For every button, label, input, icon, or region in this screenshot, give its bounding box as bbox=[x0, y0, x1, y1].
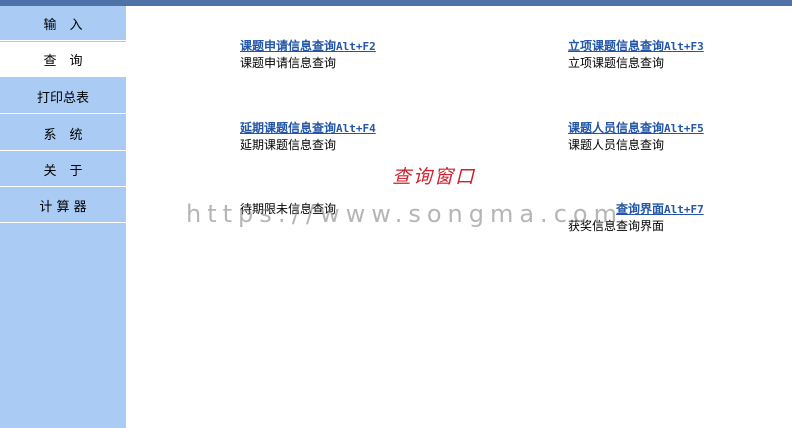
sidebar-item-input[interactable]: 输 入 bbox=[0, 6, 126, 41]
query-description: 课题申请信息查询 bbox=[240, 56, 337, 70]
sidebar: 输 入 查 询 打印总表 系 统 关 于 计 算 器 bbox=[0, 6, 126, 428]
hotkey-text: Alt+F7 bbox=[664, 203, 704, 216]
sidebar-item-label: 查 询 bbox=[43, 53, 83, 69]
query-link-text: 课题申请信息查询 bbox=[240, 39, 337, 53]
sidebar-item-calculator[interactable]: 计 算 器 bbox=[0, 188, 126, 223]
query-link-text: 课题人员信息查询 bbox=[568, 121, 665, 135]
query-block-approved: 立项课题信息查询Alt+F3 立项课题信息查询 bbox=[568, 38, 704, 71]
sidebar-item-query[interactable]: 查 询 bbox=[0, 42, 126, 77]
query-block-application: 课题申请信息查询Alt+F2 课题申请信息查询 bbox=[240, 38, 376, 71]
query-link-personnel[interactable]: 课题人员信息查询Alt+F5 bbox=[568, 120, 704, 137]
sidebar-item-system[interactable]: 系 统 bbox=[0, 116, 126, 151]
hotkey-text: Alt+F3 bbox=[664, 40, 704, 53]
sidebar-item-print-summary[interactable]: 打印总表 bbox=[0, 79, 126, 114]
sidebar-item-about[interactable]: 关 于 bbox=[0, 152, 126, 187]
query-description: 延期课题信息查询 bbox=[240, 138, 337, 152]
query-link-extension[interactable]: 延期课题信息查询Alt+F4 bbox=[240, 120, 376, 137]
hotkey-text: Alt+F4 bbox=[336, 122, 376, 135]
sidebar-item-label: 打印总表 bbox=[36, 90, 89, 106]
sidebar-item-label: 计 算 器 bbox=[39, 199, 87, 215]
query-link-text: 查询界面 bbox=[616, 202, 665, 216]
query-link-text: 立项课题信息查询 bbox=[568, 39, 665, 53]
hotkey-text: Alt+F5 bbox=[664, 122, 704, 135]
query-link-application[interactable]: 课题申请信息查询Alt+F2 bbox=[240, 38, 376, 55]
hotkey-text: Alt+F2 bbox=[336, 40, 376, 53]
sidebar-item-label: 关 于 bbox=[43, 163, 83, 179]
watermark-text: https://www.songma.com bbox=[186, 200, 623, 228]
window-title: 查询窗口 bbox=[392, 166, 477, 188]
query-block-extension: 延期课题信息查询Alt+F4 延期课题信息查询 bbox=[240, 120, 376, 153]
sidebar-item-label: 系 统 bbox=[43, 127, 83, 143]
query-description: 课题人员信息查询 bbox=[568, 138, 665, 152]
query-block-personnel: 课题人员信息查询Alt+F5 课题人员信息查询 bbox=[568, 120, 704, 153]
query-link-approved[interactable]: 立项课题信息查询Alt+F3 bbox=[568, 38, 704, 55]
query-link-text: 延期课题信息查询 bbox=[240, 121, 337, 135]
query-description: 立项课题信息查询 bbox=[568, 56, 665, 70]
sidebar-item-label: 输 入 bbox=[43, 17, 83, 33]
